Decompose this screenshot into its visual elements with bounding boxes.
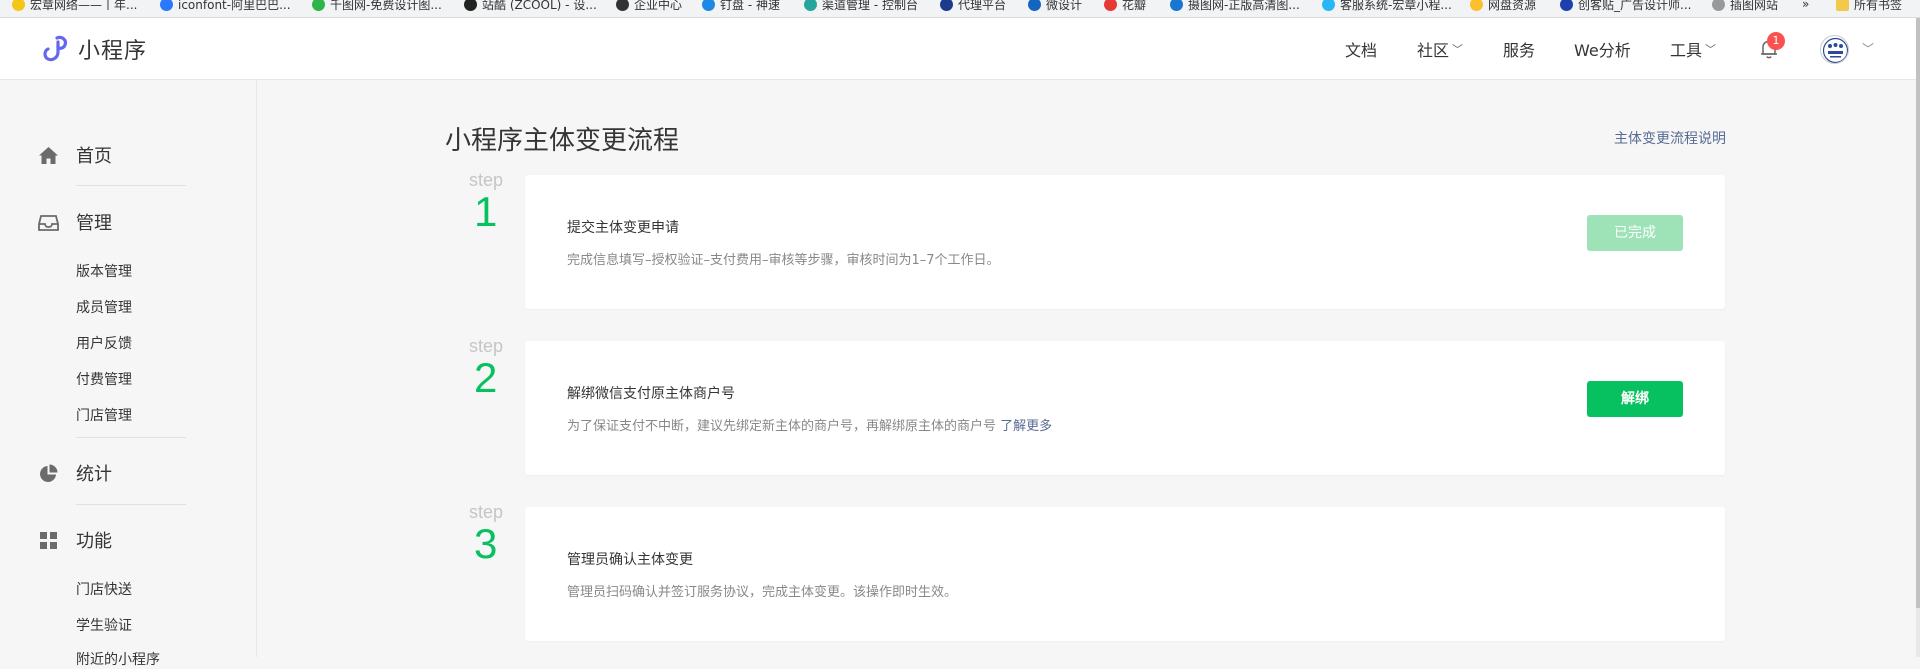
nav-we-analysis[interactable]: We分析: [1574, 18, 1631, 80]
bookmark-item[interactable]: 千图网-免费设计图...: [312, 0, 442, 13]
sidebar-item-user-feedback[interactable]: 用户反馈: [76, 333, 132, 353]
sidebar-item-nearby-mini-program[interactable]: 附近的小程序: [76, 649, 160, 669]
learn-more-link[interactable]: 了解更多: [1000, 419, 1052, 434]
bookmark-favicon-icon: [160, 0, 173, 11]
grid-icon: [40, 531, 57, 549]
bookmark-favicon-icon: [1170, 0, 1183, 11]
chevron-down-icon[interactable]: ﹀: [1862, 40, 1874, 57]
bookmark-favicon-icon: [940, 0, 953, 11]
app-name: 小程序: [78, 39, 148, 64]
step-number: 3: [474, 520, 498, 567]
sidebar-item-stats[interactable]: 统计: [38, 460, 112, 486]
bookmark-item[interactable]: 客服系统-宏章小程...: [1322, 0, 1452, 13]
bookmark-favicon-icon: [312, 0, 325, 11]
bookmark-item[interactable]: 宏章网络——丨年...: [12, 0, 137, 13]
bookmark-item[interactable]: 微设计: [1028, 0, 1082, 13]
top-navigation-bar: 小程序 文档 社区 ﹀ 服务 We分析 工具 ﹀ 1 ﹀: [0, 18, 1920, 80]
step-number: 1: [474, 188, 498, 235]
nav-services[interactable]: 服务: [1503, 18, 1535, 80]
step-card: 解绑微信支付原主体商户号 为了保证支付不中断，建议先绑定新主体的商户号，再解绑原…: [525, 341, 1725, 475]
bookmarks-more-button[interactable]: »: [1802, 0, 1809, 13]
chevron-down-icon: ﹀: [1452, 43, 1464, 56]
divider: [76, 504, 186, 505]
divider: [76, 185, 186, 186]
step-title: 解绑微信支付原主体商户号: [567, 386, 735, 402]
bookmark-favicon-icon: [1470, 0, 1483, 11]
sidebar-item-version-manage[interactable]: 版本管理: [76, 261, 132, 281]
bookmark-item[interactable]: iconfont-阿里巴巴...: [160, 0, 291, 13]
bookmark-item[interactable]: 站酷 (ZCOOL) - 设...: [464, 0, 597, 13]
bookmark-favicon-icon: [1028, 0, 1041, 11]
sidebar-item-store-delivery[interactable]: 门店快送: [76, 579, 132, 599]
process-help-link[interactable]: 主体变更流程说明: [1614, 128, 1726, 148]
step-title: 管理员确认主体变更: [567, 552, 693, 568]
app-logo[interactable]: 小程序: [38, 32, 147, 66]
avatar[interactable]: [1820, 35, 1849, 64]
bookmark-item[interactable]: 摄图网-正版高清图...: [1170, 0, 1300, 13]
avatar-image-icon: [1822, 37, 1848, 63]
bookmark-favicon-icon: [804, 0, 817, 11]
nav-docs[interactable]: 文档: [1345, 18, 1377, 80]
home-icon: [39, 146, 58, 164]
step-title: 提交主体变更申请: [567, 220, 679, 236]
bookmark-item[interactable]: 钉盘 - 神速: [702, 0, 780, 13]
sidebar-item-payment-manage[interactable]: 付费管理: [76, 369, 132, 389]
bookmark-item[interactable]: 渠道管理 - 控制台: [804, 0, 918, 13]
nav-tools[interactable]: 工具 ﹀: [1670, 18, 1716, 80]
unbind-button[interactable]: 解绑: [1587, 381, 1683, 417]
step-description: 为了保证支付不中断，建议先绑定新主体的商户号，再解绑原主体的商户号 了解更多: [567, 419, 1053, 434]
sidebar: 首页 管理 版本管理 成员管理 用户反馈 付费管理 门店管理 统计 功能 门店快…: [0, 80, 257, 668]
scrollbar-thumb[interactable]: [1916, 18, 1920, 608]
bookmark-item[interactable]: 代理平台: [940, 0, 1006, 13]
bookmark-favicon-icon: [464, 0, 477, 11]
step-card: 管理员确认主体变更 管理员扫码确认并签订服务协议，完成主体变更。该操作即时生效。: [525, 507, 1725, 641]
bookmark-favicon-icon: [1322, 0, 1335, 11]
chevron-down-icon: ﹀: [1705, 43, 1717, 56]
divider: [76, 437, 186, 438]
step-card: 提交主体变更申请 完成信息填写–授权验证–支付费用–审核等步骤，审核时间为1–7…: [525, 175, 1725, 309]
bookmarks-bar: 宏章网络——丨年... iconfont-阿里巴巴... 千图网-免费设计图..…: [0, 0, 1920, 18]
bookmark-item[interactable]: 花瓣: [1104, 0, 1146, 13]
bookmark-favicon-icon: [1104, 0, 1117, 11]
pie-chart-icon: [40, 464, 58, 482]
sidebar-item-manage[interactable]: 管理: [38, 209, 112, 235]
inbox-icon: [38, 214, 59, 231]
bookmark-item[interactable]: 创客贴_广告设计师...: [1560, 0, 1691, 13]
sidebar-item-features[interactable]: 功能: [38, 527, 112, 553]
step-number: 2: [474, 354, 498, 401]
sidebar-item-store-manage[interactable]: 门店管理: [76, 405, 132, 425]
sidebar-item-home[interactable]: 首页: [38, 142, 112, 168]
bookmark-item[interactable]: 企业中心: [616, 0, 682, 13]
bookmark-favicon-icon: [616, 0, 629, 11]
bookmark-favicon-icon: [1560, 0, 1573, 11]
step-description: 管理员扫码确认并签订服务协议，完成主体变更。该操作即时生效。: [567, 585, 958, 600]
bookmark-favicon-icon: [702, 0, 715, 11]
bookmark-favicon-icon: [1712, 0, 1725, 11]
all-bookmarks-folder[interactable]: 所有书签: [1836, 0, 1902, 13]
bookmark-item[interactable]: 插图网站: [1712, 0, 1778, 13]
mini-program-logo-icon: [43, 35, 68, 62]
page-title: 小程序主体变更流程: [445, 126, 680, 156]
bookmark-item[interactable]: 网盘资源: [1470, 0, 1536, 13]
nav-community[interactable]: 社区 ﹀: [1417, 18, 1463, 80]
bookmark-favicon-icon: [12, 0, 25, 11]
notification-badge: 1: [1767, 32, 1785, 50]
step-description: 完成信息填写–授权验证–支付费用–审核等步骤，审核时间为1–7个工作日。: [567, 253, 1000, 268]
folder-icon: [1836, 0, 1849, 11]
completed-button: 已完成: [1587, 215, 1683, 251]
sidebar-item-student-verify[interactable]: 学生验证: [76, 615, 132, 635]
sidebar-item-member-manage[interactable]: 成员管理: [76, 297, 132, 317]
